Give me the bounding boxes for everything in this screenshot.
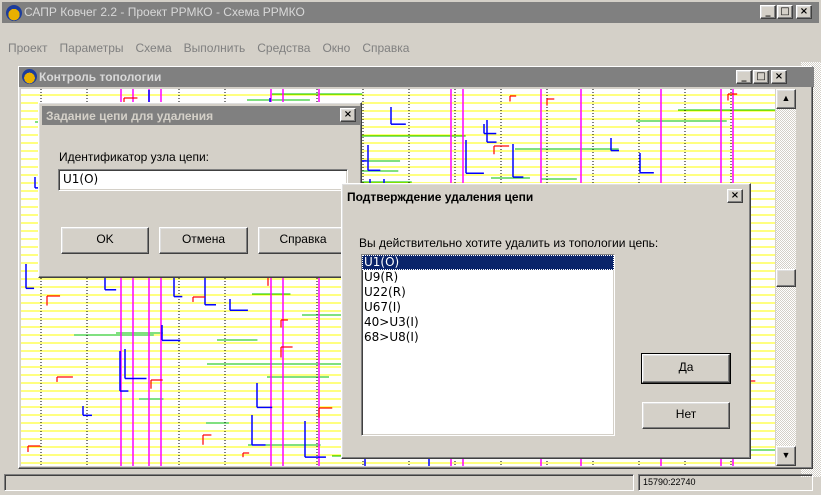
menu-project[interactable]: Проект — [2, 40, 54, 56]
net-list[interactable]: U1(O) U9(R) U22(R) U67(I) 40>U3(I) 68>U8… — [361, 254, 615, 436]
status-coordinates: 15790:22740 — [638, 474, 813, 491]
ark-logo-icon[interactable] — [22, 69, 37, 84]
net-delete-dialog-title: Задание цепи для удаления — [46, 109, 214, 123]
close-button[interactable]: × — [796, 5, 812, 19]
ok-button[interactable]: OK — [61, 227, 149, 254]
confirm-dialog-title: Подтверждение удаления цепи — [347, 190, 534, 204]
child-title-bar[interactable]: Контроль топологии _ □ × — [19, 67, 814, 87]
main-window: САПР Ковчег 2.2 - Проект РРМКО - Схема Р… — [0, 0, 821, 495]
net-node-id-label: Идентификатор узла цепи: — [59, 150, 209, 164]
menu-help[interactable]: Справка — [356, 40, 415, 56]
yes-button[interactable]: Да — [641, 353, 731, 384]
child-minimize-button[interactable]: _ — [736, 70, 752, 84]
scroll-down-button[interactable]: ▼ — [776, 446, 796, 466]
child-maximize-button[interactable]: □ — [753, 70, 769, 84]
confirm-question-text: Вы действительно хотите удалить из топол… — [359, 236, 659, 250]
list-item[interactable]: U67(I) — [362, 300, 614, 315]
main-title-bar[interactable]: САПР Ковчег 2.2 - Проект РРМКО - Схема Р… — [2, 2, 819, 23]
canvas-vertical-scrollbar[interactable]: ▲ ▼ — [776, 89, 796, 466]
child-close-button[interactable]: × — [771, 70, 787, 84]
net-delete-dialog-title-bar[interactable]: Задание цепи для удаления × — [42, 106, 360, 125]
list-item[interactable]: U9(R) — [362, 270, 614, 285]
list-item[interactable]: 68>U8(I) — [362, 330, 614, 345]
menu-bar: Проект Параметры Схема Выполнить Средства Окн… — [2, 40, 819, 58]
net-delete-close-button[interactable]: × — [340, 108, 356, 122]
menu-parameters[interactable]: Параметры — [54, 40, 130, 56]
confirm-dialog-title-bar[interactable]: Подтверждение удаления цепи × — [345, 187, 749, 206]
maximize-button[interactable]: □ — [777, 5, 793, 19]
status-pane-main — [4, 474, 634, 491]
status-bar: 15790:22740 — [4, 474, 817, 492]
scroll-thumb[interactable] — [776, 269, 796, 287]
list-item[interactable]: U22(R) — [362, 285, 614, 300]
help-button[interactable]: Справка — [258, 227, 348, 254]
list-item[interactable]: 40>U3(I) — [362, 315, 614, 330]
child-window-title: Контроль топологии — [39, 70, 162, 84]
list-item[interactable]: U1(O) — [362, 255, 614, 270]
menu-schema[interactable]: Схема — [130, 40, 178, 56]
net-node-id-input[interactable]: U1(O) — [58, 169, 348, 191]
scroll-up-button[interactable]: ▲ — [776, 89, 796, 109]
main-window-title: САПР Ковчег 2.2 - Проект РРМКО - Схема Р… — [24, 5, 305, 19]
confirm-close-button[interactable]: × — [727, 189, 743, 203]
menu-window[interactable]: Окно — [316, 40, 356, 56]
ark-logo-icon[interactable] — [6, 5, 22, 21]
menu-tools[interactable]: Средства — [251, 40, 316, 56]
menu-run[interactable]: Выполнить — [178, 40, 252, 56]
confirm-delete-dialog: Подтверждение удаления цепи × Вы действи… — [341, 183, 751, 459]
cancel-button[interactable]: Отмена — [159, 227, 248, 254]
no-button[interactable]: Нет — [642, 402, 730, 429]
net-delete-dialog: Задание цепи для удаления × Идентификато… — [38, 102, 362, 278]
minimize-button[interactable]: _ — [760, 5, 776, 19]
